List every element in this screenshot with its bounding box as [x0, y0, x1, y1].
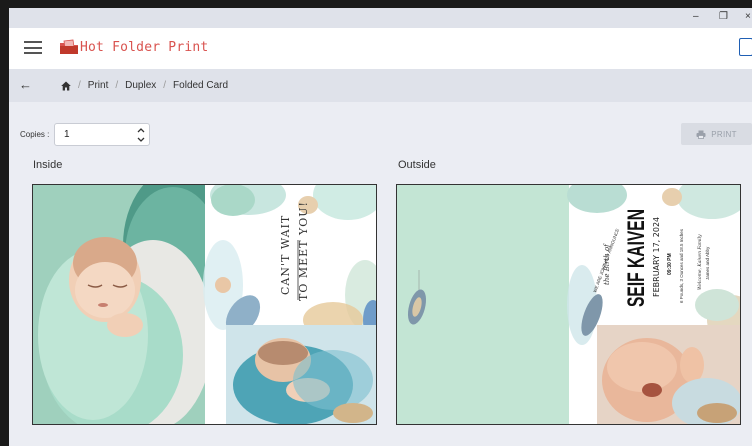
copies-label: Copies :	[20, 130, 50, 139]
copies-stepper-input[interactable]: 1	[54, 123, 150, 146]
back-arrow-icon[interactable]: ←	[19, 77, 32, 92]
announcement-welcome: Welcome, Kaiven Family	[697, 234, 703, 290]
breadcrumb-item-folded-card: Folded Card	[173, 80, 229, 91]
announcement-name: SEIF KAIVEN	[623, 209, 650, 307]
breadcrumb-item-print[interactable]: Print	[88, 80, 109, 91]
hamburger-menu-icon[interactable]	[24, 41, 42, 54]
announcement-time: 09:30 PM	[667, 253, 673, 275]
breadcrumb: / Print / Duplex / Folded Card	[61, 80, 228, 91]
printer-icon	[696, 130, 706, 139]
print-button-label: PRINT	[711, 129, 737, 139]
copies-value: 1	[64, 129, 70, 140]
window-titlebar: – ❐ ×	[9, 8, 752, 28]
outside-card-artwork: WE ARE JOYFULLY ANNOUNCE the Birth of SE…	[397, 185, 740, 424]
breadcrumb-item-duplex[interactable]: Duplex	[125, 80, 156, 91]
minimize-button[interactable]: –	[693, 11, 699, 23]
announcement-stats: 6 Pounds, 3 Ounces and 18.5 Inches	[679, 228, 684, 303]
inside-label: Inside	[33, 159, 63, 171]
app-window: – ❐ × Hot Folder Print ← / Print / Duple…	[9, 8, 752, 446]
close-button[interactable]: ×	[745, 11, 751, 23]
app-title: Hot Folder Print	[80, 40, 209, 55]
outside-card-preview: WE ARE JOYFULLY ANNOUNCE the Birth of SE…	[396, 184, 741, 425]
announcement-subtitle: the Birth of	[603, 243, 611, 285]
inside-card-text-line1: CAN'T WAIT	[279, 215, 292, 295]
inside-card-artwork: CAN'T WAIT TO MEET YOU!	[33, 185, 376, 424]
breadcrumb-separator: /	[78, 80, 81, 91]
breadcrumb-separator: /	[163, 80, 167, 91]
outside-label: Outside	[398, 159, 436, 171]
inside-card-text-line2: TO MEET YOU!	[297, 201, 310, 301]
announcement-date: FEBRUARY 17, 2024	[652, 217, 661, 297]
home-icon[interactable]	[61, 81, 71, 91]
announcement-parents: James and Abby	[705, 246, 710, 280]
restore-button[interactable]: ❐	[719, 11, 728, 23]
breadcrumb-bar: ← / Print / Duplex / Folded Card	[9, 69, 752, 102]
stepper-arrows-icon[interactable]	[136, 125, 146, 145]
document-icon[interactable]	[739, 38, 752, 56]
breadcrumb-separator: /	[115, 80, 119, 91]
app-logo-icon	[60, 39, 78, 54]
inside-card-preview: CAN'T WAIT TO MEET YOU!	[32, 184, 377, 425]
app-header: Hot Folder Print	[9, 28, 752, 69]
print-button[interactable]: PRINT	[681, 123, 752, 145]
